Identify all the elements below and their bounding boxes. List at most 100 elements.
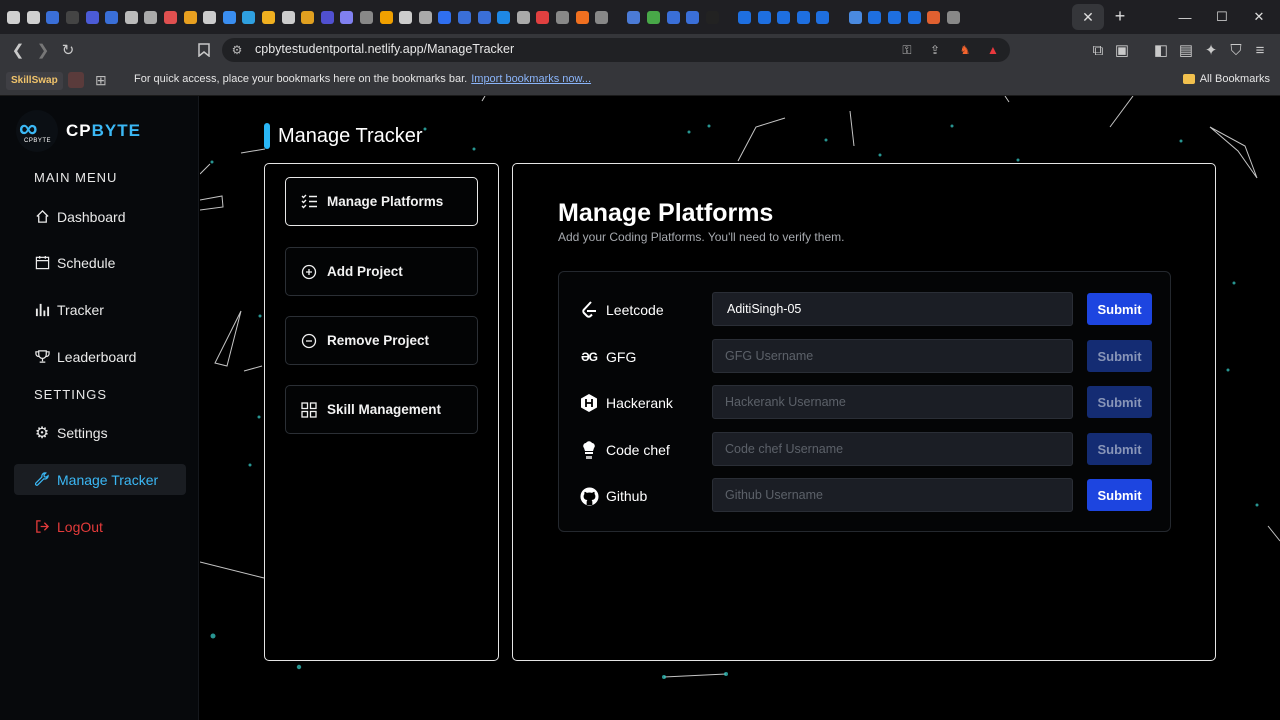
- nav-manage-tracker[interactable]: Manage Tracker: [14, 464, 186, 495]
- vpn-icon[interactable]: ⛉: [1226, 40, 1246, 60]
- bookmark-favicon[interactable]: [68, 72, 84, 88]
- brave-rewards-icon[interactable]: ▲: [984, 41, 1002, 59]
- tab-favicon[interactable]: [105, 10, 119, 24]
- wallet-icon[interactable]: ▤: [1176, 40, 1196, 60]
- manage-platforms-button[interactable]: Manage Platforms: [285, 177, 478, 226]
- nav-leaderboard[interactable]: Leaderboard: [14, 341, 186, 372]
- tab-favicon[interactable]: [536, 10, 550, 24]
- tab-favicon[interactable]: [164, 10, 178, 24]
- bookmark-page-icon[interactable]: [194, 40, 214, 60]
- close-window-button[interactable]: ✕: [1240, 0, 1278, 34]
- site-settings-icon[interactable]: ⚙: [228, 41, 246, 59]
- tab-favicon[interactable]: [66, 10, 80, 24]
- bookmark-skillswap[interactable]: SkillSwap: [6, 72, 63, 90]
- github-submit-button[interactable]: Submit: [1087, 479, 1152, 511]
- tab-favicon[interactable]: [627, 10, 641, 24]
- tab-favicon[interactable]: [281, 10, 295, 24]
- address-bar[interactable]: ⚙ cpbytestudentportal.netlify.app/Manage…: [222, 38, 1010, 62]
- all-bookmarks-button[interactable]: All Bookmarks: [1182, 73, 1270, 85]
- nav-tracker[interactable]: Tracker: [14, 294, 186, 325]
- tab-favicon[interactable]: [457, 10, 471, 24]
- brave-shields-icon[interactable]: ♞: [956, 41, 974, 59]
- tab-favicon[interactable]: [183, 10, 197, 24]
- tab-favicon[interactable]: [46, 10, 60, 24]
- tab-favicon[interactable]: [7, 10, 21, 24]
- hackerrank-submit-button[interactable]: Submit: [1087, 386, 1152, 418]
- password-key-icon[interactable]: ⚿: [898, 41, 916, 59]
- nav-dashboard[interactable]: Dashboard: [14, 201, 186, 232]
- leetcode-submit-button[interactable]: Submit: [1087, 293, 1152, 325]
- tab-favicon[interactable]: [887, 10, 901, 24]
- tab-favicon[interactable]: [595, 10, 609, 24]
- tab-favicon[interactable]: [816, 10, 830, 24]
- tab-favicon[interactable]: [575, 10, 589, 24]
- apps-grid-icon[interactable]: ⊞: [95, 72, 111, 88]
- tab-favicon[interactable]: [242, 10, 256, 24]
- github-username-input[interactable]: [712, 478, 1073, 512]
- tab-favicon[interactable]: [477, 10, 491, 24]
- tab-favicon[interactable]: [516, 10, 530, 24]
- tab-search-icon[interactable]: ▣: [1112, 40, 1132, 60]
- tab-favicon[interactable]: [262, 10, 276, 24]
- leo-ai-icon[interactable]: ✦: [1201, 40, 1221, 60]
- tab-favicon[interactable]: [757, 10, 771, 24]
- tab-favicon[interactable]: [222, 10, 236, 24]
- tab-favicon[interactable]: [647, 10, 660, 24]
- tab-favicon[interactable]: [418, 10, 432, 24]
- share-icon[interactable]: ⇪: [926, 41, 944, 59]
- extensions-icon[interactable]: ⧉: [1088, 40, 1108, 60]
- nav-logout[interactable]: LogOut: [14, 511, 186, 542]
- close-tab-icon[interactable]: ✕: [1082, 9, 1094, 26]
- tab-favicon[interactable]: [399, 10, 413, 24]
- tab-favicon[interactable]: [907, 10, 921, 24]
- new-tab-button[interactable]: +: [1110, 6, 1130, 26]
- forward-button[interactable]: ❯: [33, 40, 53, 60]
- tab-favicon[interactable]: [555, 10, 569, 24]
- tab-favicon[interactable]: [144, 10, 158, 24]
- gfg-username-input[interactable]: [712, 339, 1073, 373]
- menu-icon[interactable]: ≡: [1250, 40, 1270, 60]
- tab-favicon[interactable]: [497, 10, 511, 24]
- tab-favicon[interactable]: [946, 10, 960, 24]
- gfg-submit-button[interactable]: Submit: [1087, 340, 1152, 372]
- tab-favicon[interactable]: [85, 10, 99, 24]
- codechef-username-input[interactable]: [712, 432, 1073, 466]
- main-menu-title: MAIN MENU: [34, 170, 118, 185]
- tab-favicon[interactable]: [26, 10, 40, 24]
- leetcode-username-input[interactable]: [712, 292, 1073, 326]
- import-bookmarks-link[interactable]: Import bookmarks now...: [471, 73, 591, 85]
- tab-favicon[interactable]: [379, 10, 393, 24]
- reload-button[interactable]: ↻: [58, 40, 78, 60]
- tab-favicon[interactable]: [738, 10, 752, 24]
- tab-favicon[interactable]: [203, 10, 217, 24]
- minimize-button[interactable]: —: [1166, 0, 1204, 34]
- tab-favicon[interactable]: [301, 10, 315, 24]
- sidebar-toggle-icon[interactable]: ◧: [1151, 40, 1171, 60]
- tab-favicon[interactable]: [438, 10, 452, 24]
- tab-favicon[interactable]: [124, 10, 138, 24]
- tab-favicon[interactable]: [666, 10, 680, 24]
- brand-logo[interactable]: ∞ CPBYTE CPBYTE: [16, 110, 141, 152]
- nav-settings[interactable]: ⚙ Settings: [14, 417, 186, 448]
- main-content: Manage Tracker Manage Platforms Add Proj…: [200, 96, 1280, 720]
- tab-favicon[interactable]: [868, 10, 882, 24]
- tab-favicon[interactable]: [340, 10, 354, 24]
- tab-favicon[interactable]: [705, 10, 719, 24]
- back-button[interactable]: ❮: [8, 40, 28, 60]
- tab-favicon[interactable]: [777, 10, 791, 24]
- codechef-submit-button[interactable]: Submit: [1087, 433, 1152, 465]
- skill-management-button[interactable]: Skill Management: [285, 385, 478, 434]
- add-project-button[interactable]: Add Project: [285, 247, 478, 296]
- tab-favicon[interactable]: [359, 10, 373, 24]
- tab-favicon[interactable]: [686, 10, 700, 24]
- active-tab[interactable]: ✕: [1072, 4, 1104, 30]
- tab-favicon[interactable]: [320, 10, 334, 24]
- url-text[interactable]: cpbytestudentportal.netlify.app/ManageTr…: [255, 42, 514, 56]
- maximize-button[interactable]: ☐: [1203, 0, 1241, 34]
- tab-favicon[interactable]: [848, 10, 862, 24]
- nav-schedule[interactable]: Schedule: [14, 247, 186, 278]
- tab-favicon[interactable]: [796, 10, 810, 24]
- hackerrank-username-input[interactable]: [712, 385, 1073, 419]
- tab-favicon[interactable]: [927, 10, 941, 24]
- remove-project-button[interactable]: Remove Project: [285, 316, 478, 365]
